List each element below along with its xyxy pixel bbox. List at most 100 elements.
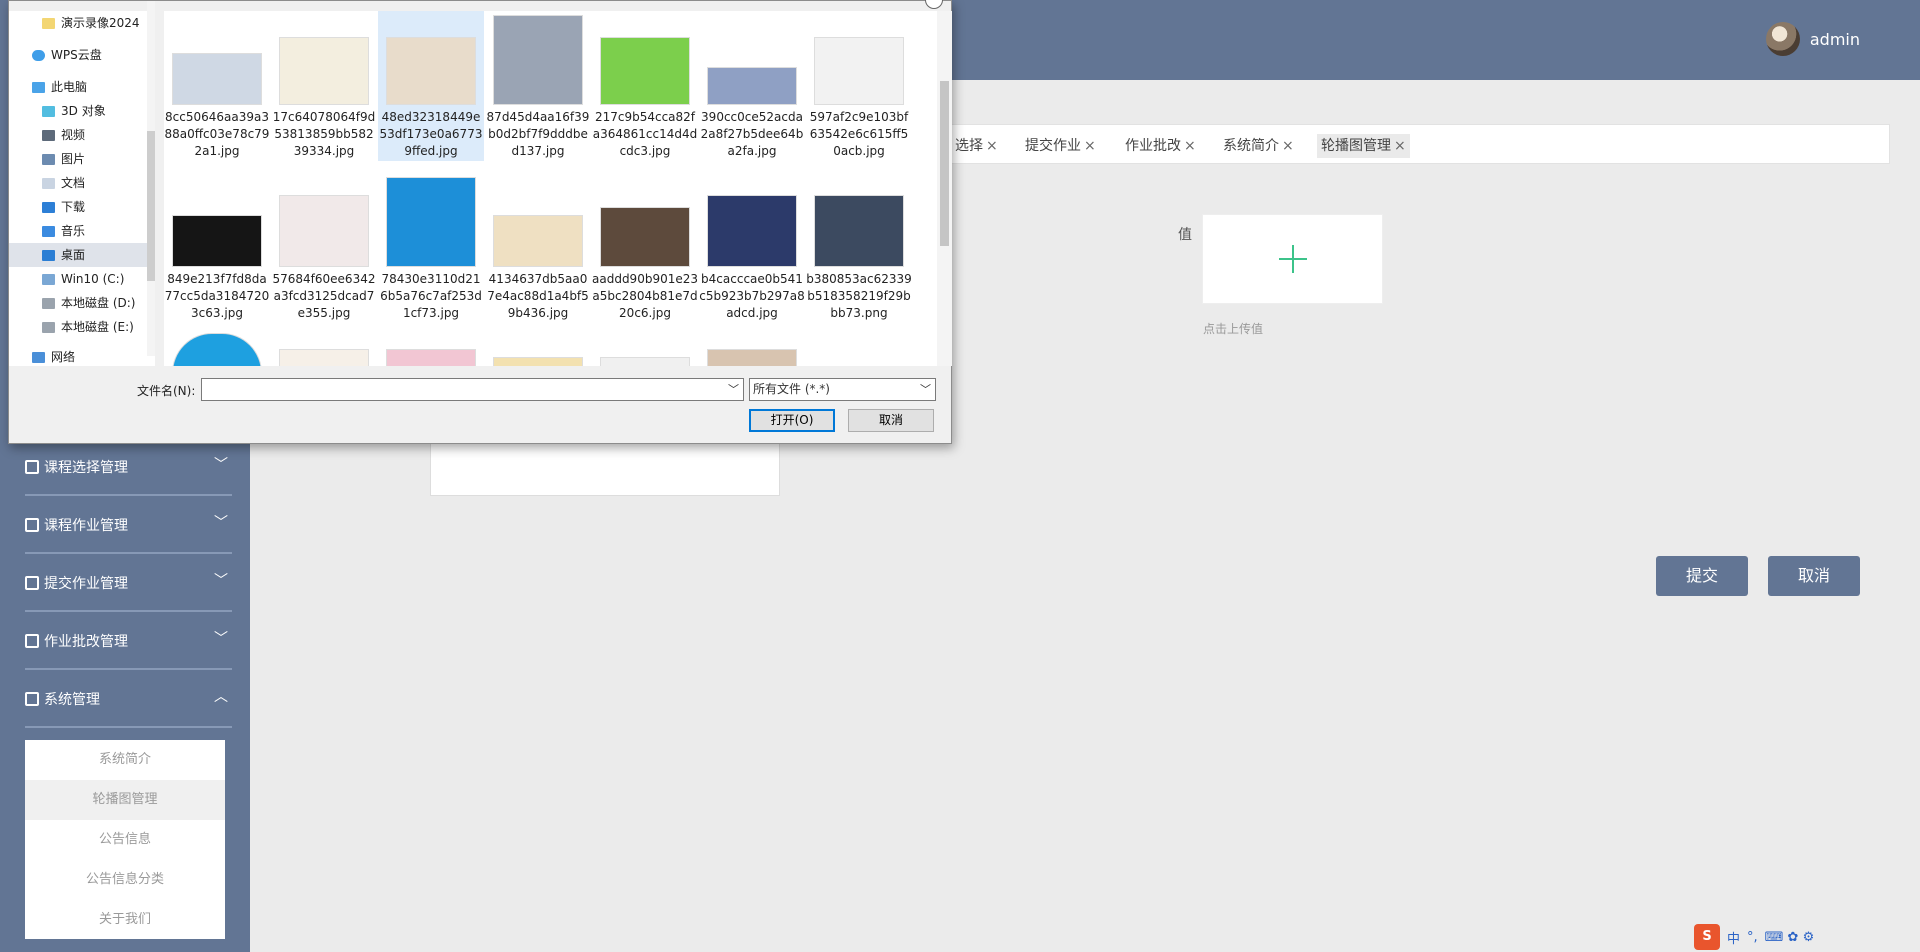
file-item[interactable]: 17c64078064f9d53813859bb58239334.jpg xyxy=(271,11,377,161)
file-item[interactable]: 4134637db5aa07e4ac88d1a4bf59b436.jpg xyxy=(485,169,591,320)
input-mode-indicator[interactable]: 中 xyxy=(1727,928,1740,947)
submenu-item-carousel[interactable]: 轮播图管理 xyxy=(25,780,225,820)
nav-item-documents[interactable]: 文档 xyxy=(9,171,147,195)
file-item[interactable]: 849e213f7fd8da77cc5da31847203c63.jpg xyxy=(164,169,270,320)
filename-input[interactable]: ﹀ xyxy=(201,378,744,401)
file-item[interactable] xyxy=(271,321,377,366)
open-button[interactable]: 打开(O) xyxy=(749,409,835,432)
file-name: aaddd90b901e23a5bc2804b81e7d20c6.jpg xyxy=(592,272,699,320)
tab-submit-homework[interactable]: 提交作业 × xyxy=(1021,134,1100,158)
sidebar-item-label: 课程选择管理 xyxy=(44,460,128,476)
sidebar-item-submit-homework[interactable]: 提交作业管理 ﹀ xyxy=(0,554,250,612)
close-icon[interactable] xyxy=(925,0,943,9)
nav-item-desktop[interactable]: 桌面 xyxy=(9,243,147,267)
file-name: b4cacccae0b541c5b923b7b297a8adcd.jpg xyxy=(699,272,805,320)
tab-system-intro[interactable]: 系统简介 × xyxy=(1219,134,1298,158)
tab-label: 提交作业 xyxy=(1025,138,1081,154)
nav-item-pictures[interactable]: 图片 xyxy=(9,147,147,171)
submenu-item-about-us[interactable]: 关于我们 xyxy=(25,900,225,940)
nav-item-drive-d[interactable]: 本地磁盘 (D:) xyxy=(9,291,147,315)
close-icon[interactable]: × xyxy=(1282,138,1294,154)
nav-item-3d-objects[interactable]: 3D 对象 xyxy=(9,99,147,123)
file-name: 597af2c9e103bf63542e6c615ff50acb.jpg xyxy=(809,110,909,158)
nav-item-recordings[interactable]: 演示录像2024 xyxy=(9,11,147,35)
file-thumbnail xyxy=(386,177,476,267)
file-item[interactable]: 48ed32318449e53df173e0a67739ffed.jpg xyxy=(378,11,484,161)
submit-button[interactable]: 提交 xyxy=(1656,556,1748,596)
nav-label: 下载 xyxy=(61,200,86,214)
nav-item-drive-c[interactable]: Win10 (C:) xyxy=(9,267,147,291)
sidebar-item-label: 提交作业管理 xyxy=(44,576,128,592)
file-item[interactable] xyxy=(164,321,270,366)
nav-item-videos[interactable]: 视频 xyxy=(9,123,147,147)
close-icon[interactable]: × xyxy=(1184,138,1196,154)
nav-item-network[interactable]: 网络 xyxy=(9,345,147,366)
file-item[interactable]: 597af2c9e103bf63542e6c615ff50acb.jpg xyxy=(806,11,912,161)
file-item[interactable]: 8cc50646aa39a388a0ffc03e78c792a1.jpg xyxy=(164,11,270,161)
nav-label: 音乐 xyxy=(61,224,86,238)
drive-icon xyxy=(42,322,55,333)
submenu-item-announcements[interactable]: 公告信息 xyxy=(25,820,225,860)
nav-item-music[interactable]: 音乐 xyxy=(9,219,147,243)
file-thumbnail xyxy=(172,215,262,267)
punctuation-indicator[interactable]: °, xyxy=(1747,930,1758,945)
nav-label: Win10 (C:) xyxy=(61,272,125,286)
tab-selection[interactable]: 选择 × xyxy=(951,134,1002,158)
file-item[interactable]: 390cc0ce52acda2a8f27b5dee64ba2fa.jpg xyxy=(699,11,805,161)
file-thumbnail xyxy=(600,357,690,366)
submenu-item-system-intro[interactable]: 系统简介 xyxy=(25,740,225,780)
close-icon[interactable]: × xyxy=(1394,138,1406,154)
image-upload-box[interactable] xyxy=(1202,214,1383,304)
file-item[interactable]: 57684f60ee6342a3fcd3125dcad7e355.jpg xyxy=(271,169,377,320)
dialog-cancel-button[interactable]: 取消 xyxy=(848,409,934,432)
file-thumbnail xyxy=(493,215,583,267)
submenu-item-announcement-categories[interactable]: 公告信息分类 xyxy=(25,860,225,900)
close-icon[interactable]: × xyxy=(986,138,998,154)
nav-scrollbar-thumb[interactable] xyxy=(147,131,155,281)
sidebar-item-grading[interactable]: 作业批改管理 ﹀ xyxy=(0,612,250,670)
nav-label: 演示录像2024 xyxy=(61,16,140,30)
sidebar-item-course-selection[interactable]: 课程选择管理 ﹀ xyxy=(0,438,250,496)
avatar[interactable] xyxy=(1765,22,1800,56)
user-menu[interactable]: admin xyxy=(1765,22,1860,56)
sidebar-item-system[interactable]: 系统管理 ︿ xyxy=(0,670,250,728)
music-icon xyxy=(42,226,55,237)
nav-item-drive-e[interactable]: 本地磁盘 (E:) xyxy=(9,315,147,339)
file-item[interactable] xyxy=(699,321,805,366)
nav-item-wps-cloud[interactable]: WPS云盘 xyxy=(9,43,147,67)
sidebar-item-course-homework[interactable]: 课程作业管理 ﹀ xyxy=(0,496,250,554)
nav-item-downloads[interactable]: 下载 xyxy=(9,195,147,219)
grid-icon xyxy=(25,634,39,648)
file-item[interactable]: 78430e3110d216b5a76c7af253d1cf73.jpg xyxy=(378,169,484,320)
file-item[interactable]: 217c9b54cca82fa364861cc14d4dcdc3.jpg xyxy=(592,11,698,161)
nav-item-this-pc[interactable]: 此电脑 xyxy=(9,75,147,99)
file-item[interactable]: b4cacccae0b541c5b923b7b297a8adcd.jpg xyxy=(699,169,805,320)
file-item[interactable] xyxy=(378,321,484,366)
chevron-down-icon: ﹀ xyxy=(214,631,228,647)
file-scrollbar-thumb[interactable] xyxy=(940,81,949,246)
username[interactable]: admin xyxy=(1810,30,1860,49)
file-name: 87d45d4aa16f39b0d2bf7f9dddbed137.jpg xyxy=(486,110,590,158)
file-thumbnail xyxy=(707,67,797,105)
ime-toolbar[interactable]: S 中 °, ⌨ ✿ ⚙ xyxy=(1694,924,1814,950)
sidebar-item-label: 作业批改管理 xyxy=(44,634,128,650)
cancel-button[interactable]: 取消 xyxy=(1768,556,1860,596)
file-item[interactable] xyxy=(485,321,591,366)
file-item[interactable]: aaddd90b901e23a5bc2804b81e7d20c6.jpg xyxy=(592,169,699,320)
file-item[interactable]: 87d45d4aa16f39b0d2bf7f9dddbed137.jpg xyxy=(485,11,591,161)
file-item[interactable] xyxy=(592,321,698,366)
chevron-down-icon: ﹀ xyxy=(214,515,228,531)
sogou-logo-icon[interactable]: S xyxy=(1694,924,1720,950)
text-area[interactable] xyxy=(430,440,780,496)
file-thumbnail xyxy=(493,357,583,366)
tab-grading[interactable]: 作业批改 × xyxy=(1121,134,1200,158)
file-thumbnail xyxy=(707,195,797,267)
ime-tools-icon[interactable]: ⌨ ✿ ⚙ xyxy=(1765,930,1815,945)
file-name: 78430e3110d216b5a76c7af253d1cf73.jpg xyxy=(380,272,482,320)
file-item[interactable]: b380853ac62339b518358219f29bbb73.png xyxy=(806,169,912,320)
file-type-select[interactable]: 所有文件 (*.*) ﹀ xyxy=(749,378,936,401)
tab-carousel[interactable]: 轮播图管理 × xyxy=(1317,134,1410,158)
cloud-icon xyxy=(32,50,45,61)
chevron-down-icon[interactable]: ﹀ xyxy=(728,381,739,397)
close-icon[interactable]: × xyxy=(1084,138,1096,154)
